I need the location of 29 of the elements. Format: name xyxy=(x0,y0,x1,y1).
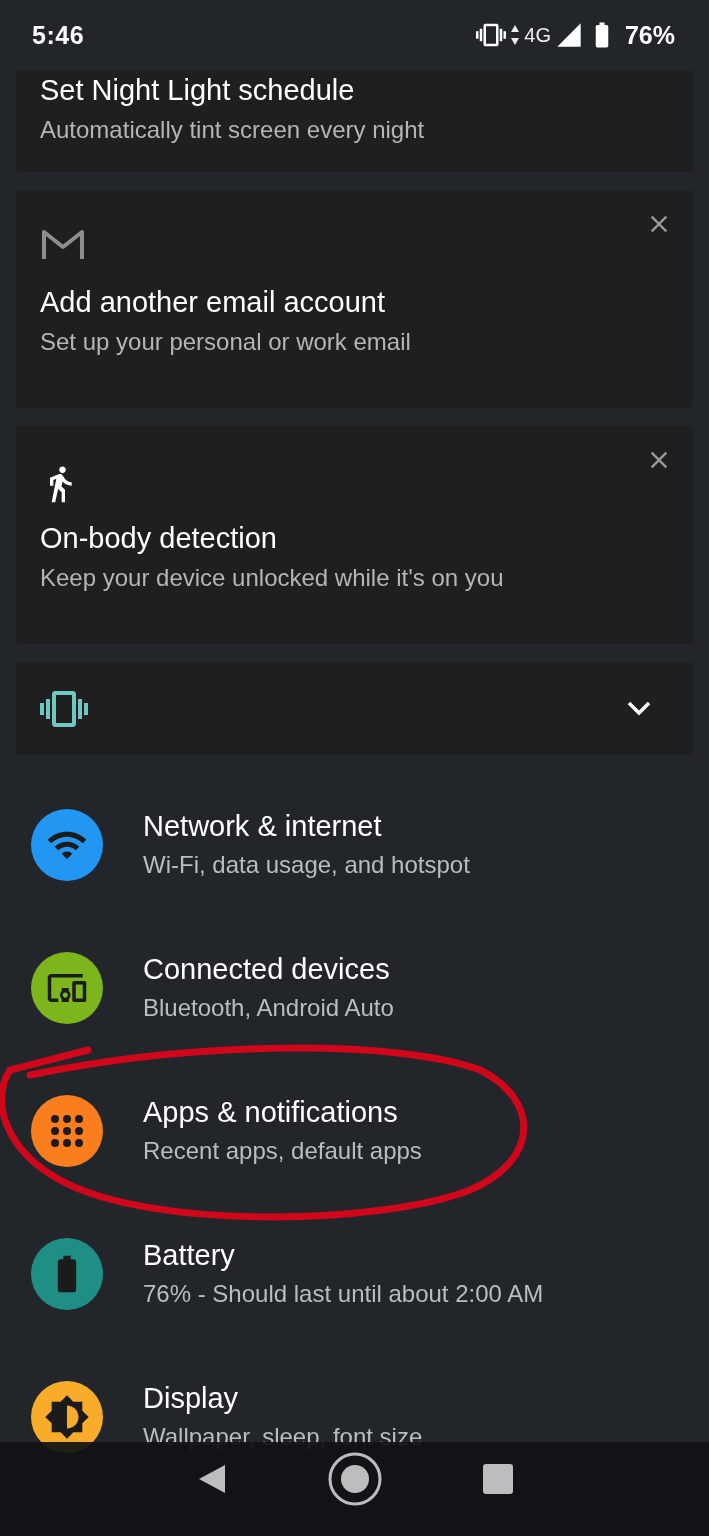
setting-title[interactable]: Battery xyxy=(143,1234,544,1275)
suggestion-subtitle: Keep your device unlocked while it's on you xyxy=(40,563,504,593)
data-arrows-icon xyxy=(510,24,521,46)
signal-icon xyxy=(554,21,583,49)
network-type: 4G xyxy=(524,23,551,47)
setting-title[interactable]: Display xyxy=(143,1377,423,1418)
setting-title[interactable]: Apps & notifications xyxy=(143,1091,422,1132)
mail-icon xyxy=(40,228,86,262)
chevron-button[interactable] xyxy=(627,701,651,716)
suggestion-subtitle: Automatically tint screen every night xyxy=(40,115,425,145)
suggestion-title: On-body detection xyxy=(40,521,277,556)
battery-percent: 76% xyxy=(624,20,675,50)
setting-title[interactable]: Network & internet xyxy=(143,805,470,846)
setting-subtitle: Wi-Fi, data usage, and hotspot xyxy=(143,849,470,880)
setting-subtitle: Wallpaper, sleep, font size xyxy=(143,1421,423,1452)
status-time: 5:46 xyxy=(32,20,85,50)
recents-button[interactable] xyxy=(482,1464,513,1494)
home-button[interactable] xyxy=(326,1451,383,1507)
suggestion-card[interactable]: Set Night Light schedule Automatically tint screen every night xyxy=(16,70,693,172)
suggestion-title: Set Night Light schedule xyxy=(40,73,355,108)
setting-subtitle: 76% - Should last until about 2:00 AM xyxy=(143,1278,544,1309)
setting-subtitle: Recent apps, default apps xyxy=(143,1135,422,1166)
suggestion-card[interactable]: Add another email account Set up your personal or work email xyxy=(16,190,693,408)
suggestion-title: Add another email account xyxy=(40,285,385,320)
setting-subtitle: Bluetooth, Android Auto xyxy=(143,992,394,1023)
setting-title[interactable]: Connected devices xyxy=(143,948,394,989)
suggestion-card[interactable]: On-body detection Keep your device unlocked while it's on you xyxy=(16,426,693,644)
chevron-down-icon xyxy=(627,701,651,716)
suggestion-subtitle: Set up your personal or work email xyxy=(40,327,411,357)
